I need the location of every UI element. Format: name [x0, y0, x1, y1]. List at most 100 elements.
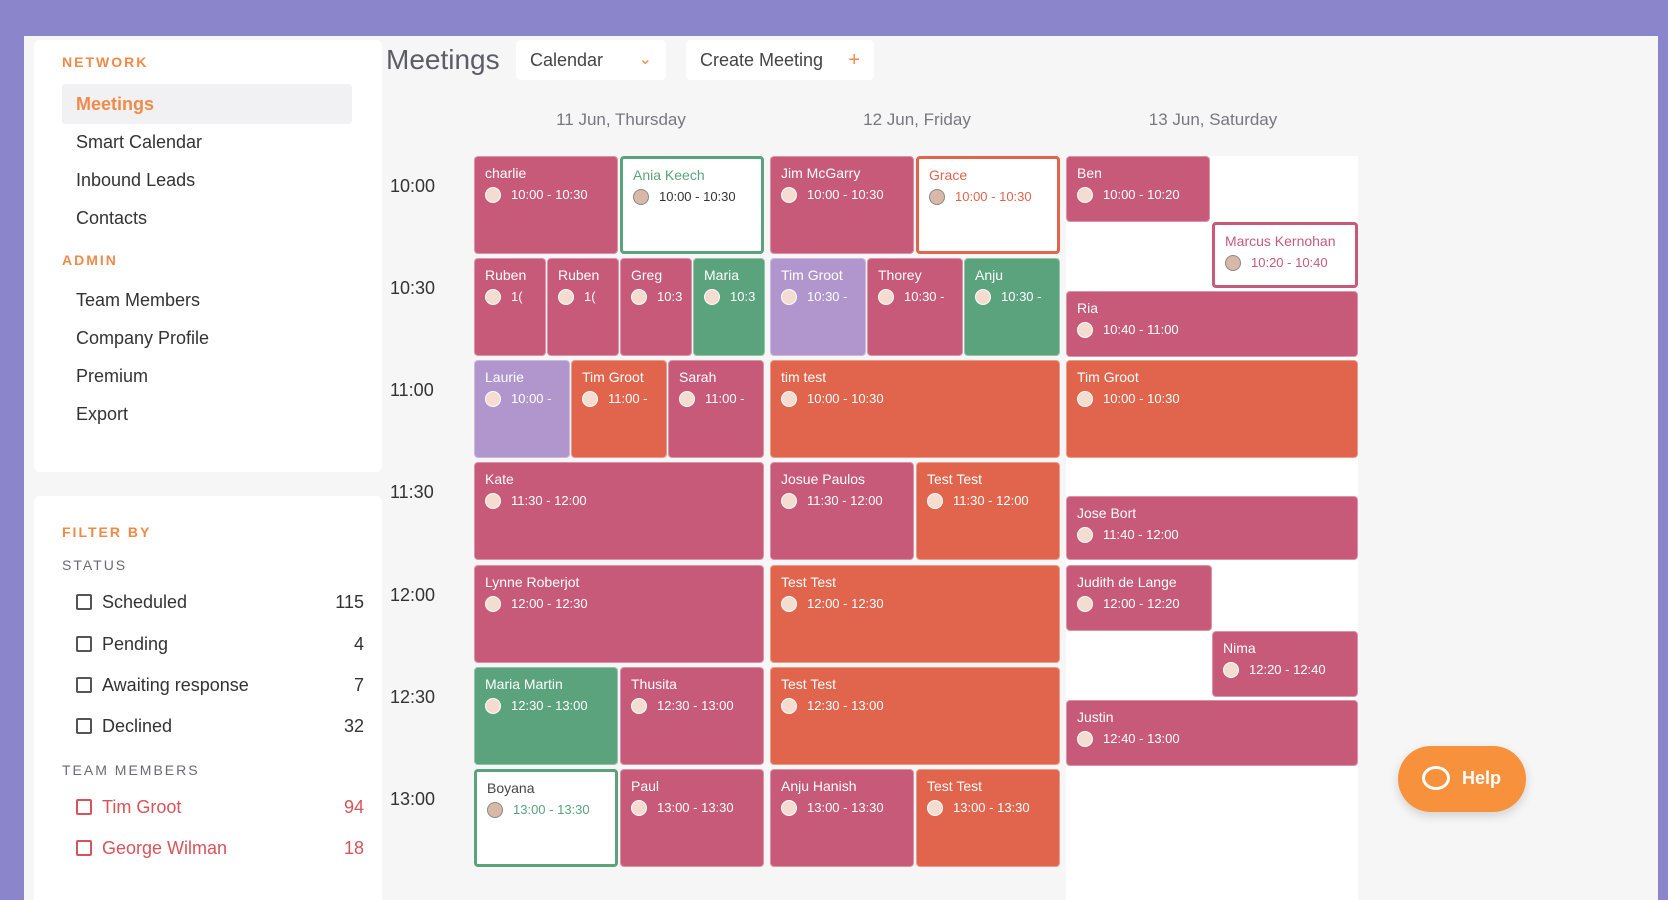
meeting-event[interactable]: charlie 10:00 - 10:30 — [474, 156, 618, 254]
meeting-event[interactable]: Justin 12:40 - 13:00 — [1066, 700, 1358, 766]
meeting-event[interactable]: Greg 10:3 — [620, 258, 692, 356]
event-name: Tim Groot — [582, 369, 644, 385]
event-name: Jose Bort — [1077, 505, 1137, 521]
meeting-event[interactable]: Tim Groot 10:30 - — [770, 258, 866, 356]
time-label: 11:30 — [390, 482, 434, 502]
meeting-event[interactable]: Thorey 10:30 - — [867, 258, 963, 356]
meeting-event[interactable]: Ruben 1( — [474, 258, 546, 356]
filter-george-wilman[interactable]: George Wilman 18 — [76, 836, 364, 864]
meeting-event[interactable]: Test Test 13:00 - 13:30 — [916, 769, 1060, 867]
sidebar-item-contacts[interactable]: Contacts — [62, 198, 352, 238]
meeting-event[interactable]: Maria Martin 12:30 - 13:00 — [474, 667, 618, 765]
event-name: Tim Groot — [781, 267, 843, 283]
event-name: Thorey — [878, 267, 922, 283]
filter-awaiting-response[interactable]: Awaiting response 7 — [76, 673, 364, 701]
avatar — [582, 391, 598, 407]
avatar — [1077, 731, 1093, 747]
checkbox[interactable] — [76, 677, 92, 693]
filter-scheduled[interactable]: Scheduled 115 — [76, 590, 364, 618]
meeting-event[interactable]: Tim Groot 10:00 - 10:30 — [1066, 360, 1358, 458]
event-time: 10:3 — [657, 289, 683, 304]
meeting-event[interactable]: Ria 10:40 - 11:00 — [1066, 291, 1358, 357]
sidebar-item-inbound-leads[interactable]: Inbound Leads — [62, 160, 352, 200]
time-label: 12:00 — [390, 585, 436, 605]
meeting-event[interactable]: Marcus Kernohan 10:20 - 10:40 — [1212, 222, 1358, 288]
event-time: 10:40 - 11:00 — [1103, 322, 1179, 337]
meeting-event[interactable]: Josue Paulos 11:30 - 12:00 — [770, 462, 914, 560]
meeting-event[interactable]: Test Test 12:00 - 12:30 — [770, 565, 1060, 663]
create-meeting-button[interactable]: Create Meeting + — [686, 40, 874, 80]
event-time: 12:30 - 13:00 — [807, 698, 884, 713]
filter-count: 4 — [353, 634, 364, 654]
event-time: 13:00 - 13:30 — [513, 802, 590, 817]
event-time: 13:00 - 13:30 — [807, 800, 884, 815]
avatar — [631, 800, 647, 816]
sidebar-item-export[interactable]: Export — [62, 394, 352, 434]
filter-label: Scheduled — [102, 592, 188, 612]
checkbox[interactable] — [76, 799, 92, 815]
meeting-event[interactable]: Ania Keech 10:00 - 10:30 — [620, 156, 764, 254]
avatar — [781, 596, 797, 612]
meeting-event[interactable]: Laurie 10:00 - — [474, 360, 570, 458]
sidebar-item-company-profile[interactable]: Company Profile — [62, 318, 352, 358]
event-name: Maria Martin — [485, 676, 563, 692]
view-select-dropdown[interactable]: Calendar ⌄ — [516, 40, 666, 80]
filter-label: Pending — [102, 634, 169, 654]
checkbox[interactable] — [76, 718, 92, 734]
time-label: 13:00 — [390, 789, 436, 809]
meeting-event[interactable]: Ben 10:00 - 10:20 — [1066, 156, 1210, 222]
meeting-event[interactable]: Ruben 1( — [547, 258, 619, 356]
meeting-event[interactable]: tim test 10:00 - 10:30 — [770, 360, 1060, 458]
meeting-event[interactable]: Tim Groot 11:00 - — [571, 360, 667, 458]
avatar — [1225, 255, 1241, 271]
meeting-event[interactable]: Jim McGarry 10:00 - 10:30 — [770, 156, 914, 254]
meeting-event[interactable]: Grace 10:00 - 10:30 — [916, 156, 1060, 254]
event-time: 10:30 - — [807, 289, 848, 304]
avatar — [927, 800, 943, 816]
sidebar-item-premium[interactable]: Premium — [62, 356, 352, 396]
event-time: 11:30 - 12:00 — [511, 493, 587, 508]
sidebar-item-smart-calendar[interactable]: Smart Calendar — [62, 122, 352, 162]
meeting-event[interactable]: Jose Bort 11:40 - 12:00 — [1066, 496, 1358, 560]
avatar — [1223, 662, 1239, 678]
event-time: 12:40 - 13:00 — [1103, 731, 1180, 746]
event-name: Jim McGarry — [781, 165, 861, 181]
meeting-event[interactable]: Nima 12:20 - 12:40 — [1212, 631, 1358, 697]
meeting-event[interactable]: Maria 10:3 — [693, 258, 765, 356]
meeting-event[interactable]: Paul 13:00 - 13:30 — [620, 769, 764, 867]
event-name: Test Test — [781, 676, 836, 692]
event-name: Justin — [1077, 709, 1114, 725]
meeting-event[interactable]: Judith de Lange 12:00 - 12:20 — [1066, 565, 1212, 631]
event-time: 10:00 - 10:30 — [659, 189, 736, 204]
event-name: Lynne Roberjot — [485, 574, 580, 590]
help-button[interactable]: Help — [1398, 746, 1526, 812]
meeting-event[interactable]: Test Test 12:30 - 13:00 — [770, 667, 1060, 765]
day-header-saturday: 13 Jun, Saturday — [1148, 110, 1278, 129]
meeting-event[interactable]: Test Test 11:30 - 12:00 — [916, 462, 1060, 560]
meeting-event[interactable]: Lynne Roberjot 12:00 - 12:30 — [474, 565, 764, 663]
sidebar-item-team-members[interactable]: Team Members — [62, 280, 352, 320]
meeting-event[interactable]: Boyana 13:00 - 13:30 — [474, 769, 618, 867]
filter-count: 18 — [343, 838, 364, 858]
meeting-event[interactable]: Sarah 11:00 - — [668, 360, 764, 458]
avatar — [781, 493, 797, 509]
event-time: 1( — [584, 289, 596, 304]
sidebar-item-meetings[interactable]: Meetings — [62, 84, 352, 124]
meeting-event[interactable]: Anju Hanish 13:00 - 13:30 — [770, 769, 914, 867]
filter-declined[interactable]: Declined 32 — [76, 714, 364, 742]
filter-pending[interactable]: Pending 4 — [76, 632, 364, 660]
meeting-event[interactable]: Anju 10:30 - — [964, 258, 1060, 356]
event-time: 11:00 - — [705, 391, 745, 406]
filter-count: 7 — [353, 675, 364, 695]
meeting-event[interactable]: Kate 11:30 - 12:00 — [474, 462, 764, 560]
checkbox[interactable] — [76, 636, 92, 652]
filter-tim-groot[interactable]: Tim Groot 94 — [76, 795, 364, 823]
avatar — [679, 391, 695, 407]
event-name: Tim Groot — [1077, 369, 1139, 385]
avatar — [704, 289, 720, 305]
event-name: charlie — [485, 165, 527, 181]
checkbox[interactable] — [76, 594, 92, 610]
event-name: Anju — [975, 267, 1004, 283]
meeting-event[interactable]: Thusita 12:30 - 13:00 — [620, 667, 764, 765]
checkbox[interactable] — [76, 840, 92, 856]
